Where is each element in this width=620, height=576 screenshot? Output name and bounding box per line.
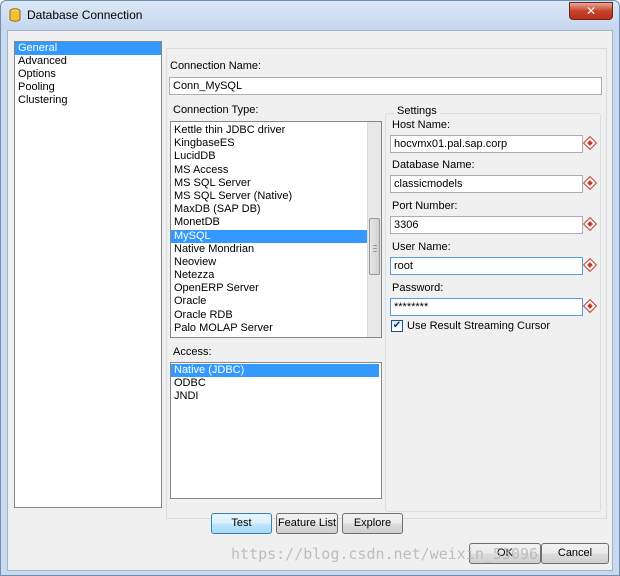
cancel-button[interactable]: Cancel (541, 543, 609, 564)
streaming-cursor-label[interactable]: Use Result Streaming Cursor (407, 320, 550, 332)
list-item[interactable]: MonetDB (171, 216, 381, 229)
title-bar[interactable]: Database Connection ✕ (1, 1, 619, 29)
list-item[interactable]: MS SQL Server (Native) (171, 190, 381, 203)
access-label: Access: (173, 346, 212, 358)
general-panel: Connection Name: Conn_MySQL Connection T… (166, 48, 607, 519)
checkmark-icon: ✔ (392, 320, 402, 331)
connection-type-scrollbar[interactable]: – – – (367, 122, 381, 337)
window-title: Database Connection (27, 8, 143, 22)
dialog-body: General Advanced Options Pooling Cluster… (7, 30, 613, 571)
list-item[interactable]: ODBC (171, 377, 381, 390)
streaming-cursor-checkbox[interactable]: ✔ (391, 320, 403, 332)
list-item[interactable]: Oracle RDB (171, 309, 381, 322)
database-name-label: Database Name: (392, 159, 475, 171)
settings-category-list: General Advanced Options Pooling Cluster… (14, 41, 162, 508)
watermark: https://blog.csdn.net/weixin_53096 (231, 545, 539, 563)
connection-type-list: Kettle thin JDBC driver KingbaseES Lucid… (170, 121, 382, 338)
host-name-label: Host Name: (392, 119, 451, 131)
list-item[interactable]: MaxDB (SAP DB) (171, 203, 381, 216)
access-list: Native (JDBC) ODBC JNDI (170, 362, 382, 499)
password-label: Password: (392, 282, 444, 294)
list-item[interactable]: MS Access (171, 164, 381, 177)
close-icon: ✕ (585, 4, 597, 18)
nav-item-general[interactable]: General (15, 42, 161, 55)
list-item-selected[interactable]: Native (JDBC) (171, 364, 379, 378)
list-item[interactable]: OpenERP Server (171, 282, 381, 295)
password-field[interactable]: ******** (390, 298, 583, 316)
connection-type-label: Connection Type: (173, 104, 259, 116)
close-button[interactable]: ✕ (569, 2, 613, 20)
nav-item-advanced[interactable]: Advanced (15, 55, 161, 68)
port-number-field[interactable]: 3306 (390, 216, 583, 234)
database-connection-window: Database Connection ✕ General Advanced O… (0, 0, 620, 576)
scrollbar-thumb[interactable]: – – – (369, 218, 380, 275)
list-item[interactable]: Netezza (171, 269, 381, 282)
list-item[interactable]: Kettle thin JDBC driver (171, 124, 381, 137)
list-item[interactable]: Palo MOLAP Server (171, 322, 381, 335)
database-name-field[interactable]: classicmodels (390, 175, 583, 193)
list-item[interactable]: LucidDB (171, 150, 381, 163)
list-item[interactable]: Native Mondrian (171, 243, 381, 256)
database-icon (9, 8, 21, 22)
list-item[interactable]: Oracle (171, 295, 381, 308)
test-button[interactable]: Test (211, 513, 272, 534)
port-number-label: Port Number: (392, 200, 458, 212)
list-item[interactable]: JNDI (171, 390, 381, 403)
nav-item-options[interactable]: Options (15, 68, 161, 81)
grip-icon: – – – (373, 242, 377, 255)
nav-item-pooling[interactable]: Pooling (15, 81, 161, 94)
list-item[interactable]: MS SQL Server (171, 177, 381, 190)
user-name-label: User Name: (392, 241, 451, 253)
user-name-field[interactable]: root (390, 257, 583, 275)
list-item[interactable]: KingbaseES (171, 137, 381, 150)
nav-item-clustering[interactable]: Clustering (15, 94, 161, 107)
connection-name-label: Connection Name: (170, 60, 262, 72)
list-item-selected[interactable]: MySQL (171, 229, 381, 243)
connection-name-field[interactable]: Conn_MySQL (169, 77, 602, 95)
host-name-field[interactable]: hocvmx01.pal.sap.corp (390, 135, 583, 153)
settings-legend: Settings (394, 105, 440, 117)
explore-button[interactable]: Explore (342, 513, 403, 534)
feature-list-button[interactable]: Feature List (276, 513, 338, 534)
list-item[interactable]: Neoview (171, 256, 381, 269)
